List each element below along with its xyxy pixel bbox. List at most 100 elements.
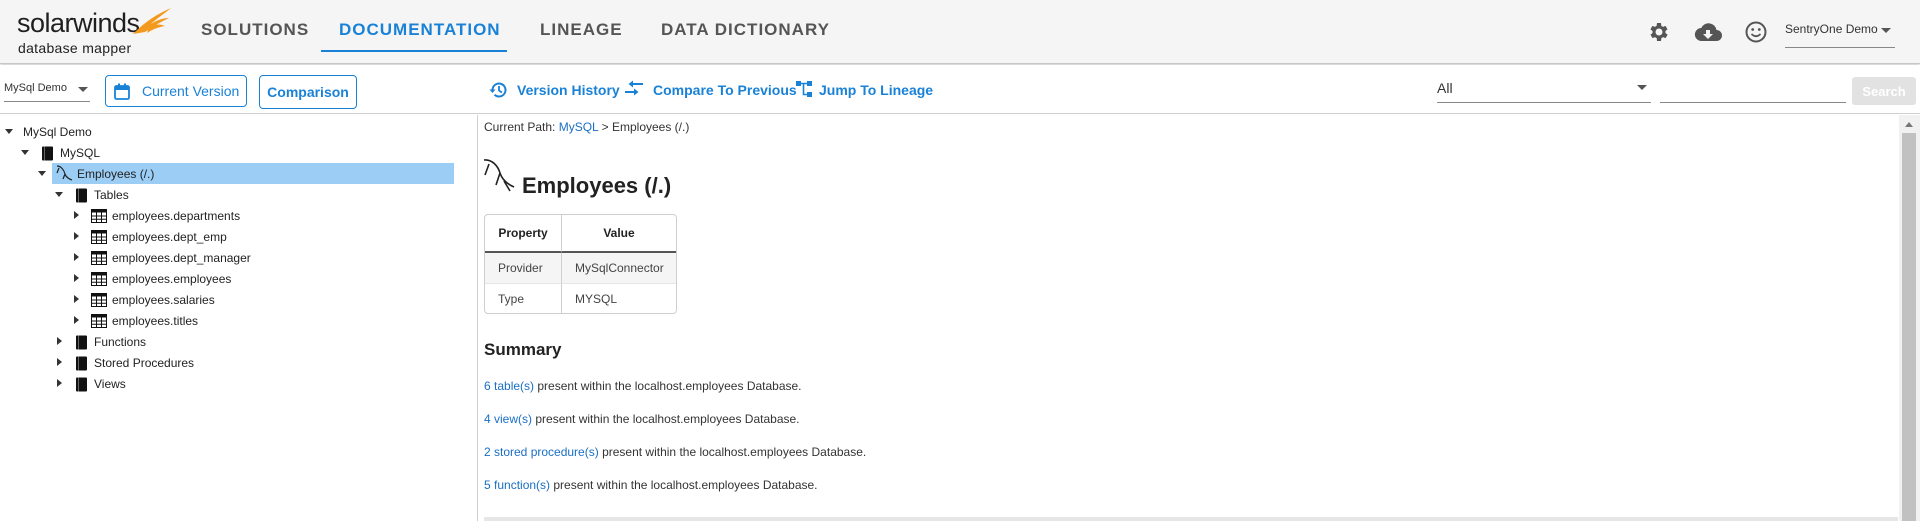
toolbar: MySql Demo Current Version Comparison Ve… — [0, 65, 1920, 114]
expand-arrow-icon[interactable] — [74, 295, 79, 303]
compare-arrows-icon — [625, 80, 643, 96]
tree-node-label: Views — [94, 377, 126, 391]
property-cell: Provider — [485, 253, 562, 283]
mysql-dolphin-icon — [483, 159, 515, 192]
database-select[interactable]: MySql Demo — [4, 82, 90, 102]
smiley-icon[interactable] — [1744, 20, 1768, 44]
solarwinds-logo[interactable]: solarwinds database mapper — [17, 8, 171, 58]
tree-node-table[interactable]: employees.titles — [0, 311, 260, 332]
tree-node-table[interactable]: employees.employees — [0, 269, 260, 290]
version-history-label: Version History — [517, 82, 620, 98]
property-cell: Type — [485, 283, 562, 313]
tree-node-table[interactable]: employees.salaries — [0, 290, 260, 311]
summary-line: 4 view(s) present within the localhost.e… — [484, 412, 800, 426]
breadcrumb-current: Employees (/.) — [611, 120, 690, 134]
tree-node-label: MySQL — [60, 146, 101, 160]
chevron-down-icon — [1637, 85, 1647, 90]
table-icon — [91, 209, 107, 223]
table-icon — [91, 272, 107, 286]
expand-arrow-icon[interactable] — [57, 379, 62, 387]
tree-node-label: Tables — [94, 188, 129, 202]
collapse-arrow-icon[interactable] — [21, 150, 29, 155]
cloud-download-icon[interactable] — [1694, 20, 1722, 44]
solarwinds-bird-icon — [133, 8, 171, 34]
summary-link-views[interactable]: 4 view(s) — [484, 412, 532, 426]
documentation-panel: Current Path: MySQL > Employees (/.) Emp… — [479, 115, 1899, 521]
expand-arrow-icon[interactable] — [74, 253, 79, 261]
object-tree: MySql Demo MySQL Employees (/.) Tables e… — [0, 115, 478, 521]
tree-node-functions[interactable]: Functions — [0, 332, 200, 353]
scrollbar-thumb[interactable] — [1902, 133, 1916, 521]
chevron-down-icon — [78, 87, 88, 92]
column-header-value: Value — [562, 215, 676, 253]
summary-link-tables[interactable]: 6 table(s) — [484, 379, 534, 393]
tree-node-root[interactable]: MySql Demo — [0, 122, 200, 143]
current-version-button[interactable]: Current Version — [105, 75, 247, 107]
folder-book-icon — [76, 377, 87, 392]
chevron-down-icon — [1881, 28, 1891, 33]
user-name: SentryOne Demo — [1785, 22, 1878, 36]
breadcrumb: Current Path: MySQL > Employees (/.) — [484, 120, 689, 134]
summary-link-functions[interactable]: 5 function(s) — [484, 478, 550, 492]
jump-to-lineage-label: Jump To Lineage — [819, 82, 934, 98]
current-version-label: Current Version — [142, 83, 240, 99]
lineage-icon — [796, 81, 812, 97]
tree-node-label: employees.dept_emp — [112, 230, 227, 244]
tab-solutions[interactable]: SOLUTIONS — [201, 20, 309, 40]
summary-line: 6 table(s) present within the localhost.… — [484, 379, 802, 393]
summary-link-stored-procedures[interactable]: 2 stored procedure(s) — [484, 445, 599, 459]
object-filter-select[interactable]: All — [1437, 77, 1651, 103]
folder-book-icon — [76, 335, 87, 350]
expand-arrow-icon[interactable] — [57, 358, 62, 366]
collapse-arrow-icon[interactable] — [38, 171, 46, 176]
tree-node-table[interactable]: employees.departments — [0, 206, 260, 227]
tree-node-label: employees.dept_manager — [112, 251, 251, 265]
breadcrumb-link-mysql[interactable]: MySQL — [559, 120, 599, 134]
tree-node-database[interactable]: Employees (/.) — [38, 163, 454, 184]
expand-arrow-icon[interactable] — [74, 211, 79, 219]
comparison-button[interactable]: Comparison — [259, 75, 357, 109]
summary-line: 2 stored procedure(s) present within the… — [484, 445, 866, 459]
tree-node-stored-procedures[interactable]: Stored Procedures — [0, 353, 220, 374]
vertical-scrollbar[interactable] — [1899, 115, 1920, 521]
table-row: Provider MySqlConnector — [485, 253, 676, 283]
scroll-up-arrow-icon[interactable] — [1905, 122, 1913, 127]
value-cell: MYSQL — [562, 283, 676, 313]
tab-lineage[interactable]: LINEAGE — [540, 20, 623, 40]
tab-documentation[interactable]: DOCUMENTATION — [339, 20, 501, 40]
tab-data-dictionary[interactable]: DATA DICTIONARY — [661, 20, 830, 40]
tree-node-server[interactable]: MySQL — [0, 143, 200, 164]
tree-node-table[interactable]: employees.dept_manager — [0, 248, 260, 269]
tree-node-tables[interactable]: Tables — [0, 185, 200, 206]
tree-node-label: employees.titles — [112, 314, 199, 328]
tree-node-table[interactable]: employees.dept_emp — [0, 227, 260, 248]
summary-text: present within the localhost.employees D… — [598, 445, 867, 459]
user-menu[interactable]: SentryOne Demo — [1785, 22, 1895, 48]
expand-arrow-icon[interactable] — [74, 232, 79, 240]
tree-node-label: employees.employees — [112, 272, 232, 286]
object-filter-value: All — [1437, 80, 1453, 96]
collapse-arrow-icon[interactable] — [55, 192, 63, 197]
comparison-label: Comparison — [267, 84, 349, 100]
expand-arrow-icon[interactable] — [74, 274, 79, 282]
search-button[interactable]: Search — [1852, 77, 1916, 105]
value-cell: MySqlConnector — [562, 253, 676, 283]
collapse-arrow-icon[interactable] — [5, 129, 13, 134]
properties-table: Property Value Provider MySqlConnector T… — [484, 214, 677, 314]
compare-to-previous-label: Compare To Previous — [653, 82, 797, 98]
tree-node-label: Employees (/.) — [77, 167, 155, 181]
expand-arrow-icon[interactable] — [74, 316, 79, 324]
database-select-value: MySql Demo — [4, 82, 67, 94]
tree-node-label: Stored Procedures — [94, 356, 195, 370]
search-input[interactable] — [1660, 77, 1846, 103]
brand-name: solarwinds — [17, 8, 140, 38]
folder-book-icon — [76, 188, 87, 203]
gear-icon[interactable] — [1647, 20, 1671, 44]
tree-node-label: employees.departments — [112, 209, 241, 223]
expand-arrow-icon[interactable] — [57, 337, 62, 345]
top-bar: solarwinds database mapper SOLUTIONS DOC… — [0, 0, 1920, 64]
table-icon — [91, 314, 107, 328]
tree-node-views[interactable]: Views — [0, 374, 200, 395]
tree-node-label: MySql Demo — [23, 125, 92, 139]
database-book-icon — [42, 146, 53, 161]
